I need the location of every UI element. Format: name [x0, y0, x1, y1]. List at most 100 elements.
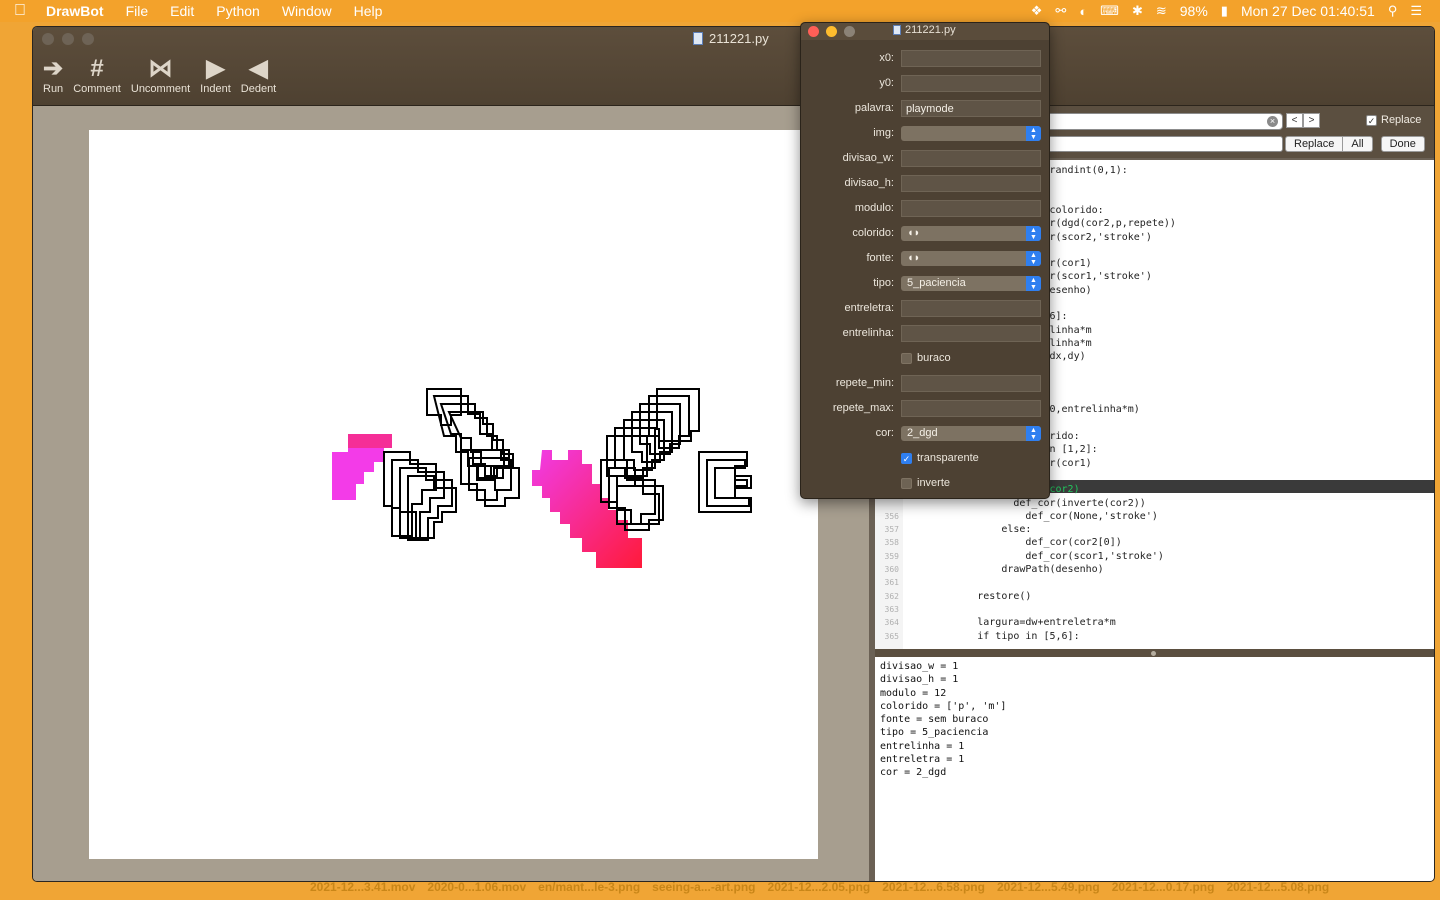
- menu-file[interactable]: File: [115, 0, 160, 22]
- code-line[interactable]: 357 else:: [875, 523, 1032, 536]
- desktop-file[interactable]: 2021-12...5.08.png: [1226, 880, 1329, 894]
- repete-min-field[interactable]: [901, 375, 1041, 392]
- x0-label: x0:: [879, 52, 894, 64]
- find-previous-button[interactable]: <: [1286, 113, 1303, 128]
- battery-icon[interactable]: ▮: [1221, 3, 1228, 19]
- tipo-select[interactable]: 5_paciencia ▲ ▼: [901, 276, 1041, 291]
- menu-help[interactable]: Help: [343, 0, 394, 22]
- divisao-h-field[interactable]: [901, 175, 1041, 192]
- replace-toggle-label: Replace: [1381, 114, 1422, 126]
- code-line[interactable]: 360 drawPath(desenho): [875, 563, 1104, 576]
- python-file-icon: [893, 25, 901, 35]
- wifi-icon[interactable]: ≋: [1156, 3, 1167, 19]
- clear-search-icon[interactable]: ×: [1267, 116, 1278, 127]
- battery-percent[interactable]: 98%: [1180, 3, 1208, 19]
- buraco-checkbox[interactable]: [901, 352, 912, 364]
- replace-toggle[interactable]: ✓ Replace: [1366, 114, 1421, 126]
- night-mode-icon[interactable]: ◐: [1079, 4, 1087, 19]
- dedent-button[interactable]: ◀ Dedent: [241, 55, 276, 95]
- img-label: img:: [873, 127, 894, 139]
- transparente-label: transparente: [917, 452, 979, 464]
- menu-edit[interactable]: Edit: [159, 0, 205, 22]
- replace-button[interactable]: Replace: [1285, 136, 1344, 152]
- window-title-text: 211221.py: [709, 31, 769, 46]
- fonte-label: fonte:: [866, 252, 894, 264]
- indent-icon: ▶: [206, 55, 225, 82]
- code-line[interactable]: 363: [875, 603, 905, 616]
- comment-button[interactable]: # Comment: [73, 55, 121, 95]
- code-line[interactable]: 358 def_cor(cor2[0]): [875, 536, 1122, 549]
- output-line: divisao_w = 1: [880, 661, 959, 672]
- find-next-button[interactable]: >: [1303, 113, 1320, 128]
- clock[interactable]: Mon 27 Dec 01:40:51: [1241, 3, 1375, 19]
- menu-app-name[interactable]: DrawBot: [40, 0, 115, 22]
- inverte-checkbox[interactable]: [901, 477, 912, 489]
- entreletra-field[interactable]: [901, 300, 1041, 317]
- indent-button[interactable]: ▶ Indent: [200, 55, 231, 95]
- desktop-file[interactable]: 2021-12...6.58.png: [882, 880, 985, 894]
- replace-checkbox[interactable]: ✓: [1366, 114, 1377, 126]
- find-navigation: < >: [1286, 113, 1320, 128]
- inverte-checkbox-row[interactable]: inverte: [901, 477, 950, 489]
- done-button[interactable]: Done: [1380, 136, 1425, 152]
- output-console[interactable]: divisao_w = 1 divisao_h = 1 modulo = 12 …: [875, 657, 1434, 881]
- canvas-area[interactable]: [33, 106, 869, 881]
- divider-handle-icon[interactable]: [1151, 651, 1156, 656]
- panel-minimize-button[interactable]: [826, 26, 837, 37]
- apple-icon[interactable]: : [0, 2, 40, 20]
- desktop-file[interactable]: 2021-12...5.49.png: [997, 880, 1100, 894]
- panel-title: 211221.py: [893, 24, 956, 36]
- close-button[interactable]: [42, 33, 54, 45]
- replace-all-button[interactable]: All: [1343, 136, 1373, 152]
- code-line[interactable]: 362 restore(): [875, 590, 1032, 603]
- y0-field[interactable]: [901, 75, 1041, 92]
- divisao-w-field[interactable]: [901, 150, 1041, 167]
- code-line[interactable]: 361: [875, 576, 905, 589]
- desktop-file[interactable]: seeing-a...-art.png: [652, 880, 755, 894]
- desktop-file[interactable]: 2021-12...0.17.png: [1112, 880, 1215, 894]
- line-number: 360: [884, 565, 899, 574]
- repete-max-field[interactable]: [901, 400, 1041, 417]
- buraco-checkbox-row[interactable]: buraco: [901, 352, 951, 364]
- minimize-button[interactable]: [62, 33, 74, 45]
- line-number: 363: [884, 604, 899, 614]
- comment-label: Comment: [73, 83, 121, 95]
- bluetooth-icon[interactable]: ✱: [1132, 3, 1143, 19]
- code-line[interactable]: 359 def_cor(scor1,'stroke'): [875, 550, 1164, 563]
- dropbox-icon[interactable]: ❖: [1031, 3, 1043, 19]
- split-divider[interactable]: [875, 649, 1434, 657]
- panel-zoom-button[interactable]: [844, 26, 855, 37]
- uncomment-button[interactable]: ⋈ Uncomment: [131, 55, 190, 95]
- cor-select[interactable]: 2_dgd ▲ ▼: [901, 426, 1041, 441]
- select-arrows-icon: ▲ ▼: [1026, 126, 1041, 141]
- transparente-checkbox-row[interactable]: ✓ transparente: [901, 452, 979, 464]
- x0-field[interactable]: [901, 50, 1041, 67]
- keyboard-icon[interactable]: ⌨: [1100, 3, 1119, 19]
- code-text: def_cor(cor2[0]): [905, 537, 1122, 549]
- colorido-select[interactable]: ◖◗ ▲ ▼: [901, 226, 1041, 241]
- menu-window[interactable]: Window: [271, 0, 343, 22]
- entrelinha-field[interactable]: [901, 325, 1041, 342]
- palavra-field[interactable]: playmode: [901, 100, 1041, 117]
- creative-cloud-icon[interactable]: ⚯: [1055, 3, 1066, 19]
- code-line[interactable]: 365 if tipo in [5,6]:: [875, 630, 1080, 643]
- desktop-file[interactable]: 2021-12...2.05.png: [768, 880, 871, 894]
- code-line[interactable]: 356 def_cor(None,'stroke'): [875, 510, 1158, 523]
- fonte-select[interactable]: ◖◗ ▲ ▼: [901, 251, 1041, 266]
- desktop-file[interactable]: en/mant...le-3.png: [538, 880, 640, 894]
- desktop-file[interactable]: 2021-12...3.41.mov: [310, 880, 415, 894]
- search-icon[interactable]: ⚲: [1388, 3, 1398, 19]
- panel-close-button[interactable]: [808, 26, 819, 37]
- desktop-file[interactable]: 2020-0...1.06.mov: [427, 880, 526, 894]
- img-select[interactable]: ▲ ▼: [901, 126, 1041, 141]
- zoom-button[interactable]: [82, 33, 94, 45]
- modulo-field[interactable]: [901, 200, 1041, 217]
- menu-python[interactable]: Python: [205, 0, 271, 22]
- entrelinha-label: entrelinha:: [842, 327, 894, 339]
- notification-center-icon[interactable]: ☰: [1410, 3, 1422, 19]
- cor-value: 2_dgd: [907, 427, 938, 439]
- code-line[interactable]: 364 largura=dw+entreletra*m: [875, 616, 1116, 629]
- transparente-checkbox[interactable]: ✓: [901, 452, 912, 464]
- line-number: 365: [884, 631, 899, 641]
- run-button[interactable]: ➔ Run: [43, 55, 63, 95]
